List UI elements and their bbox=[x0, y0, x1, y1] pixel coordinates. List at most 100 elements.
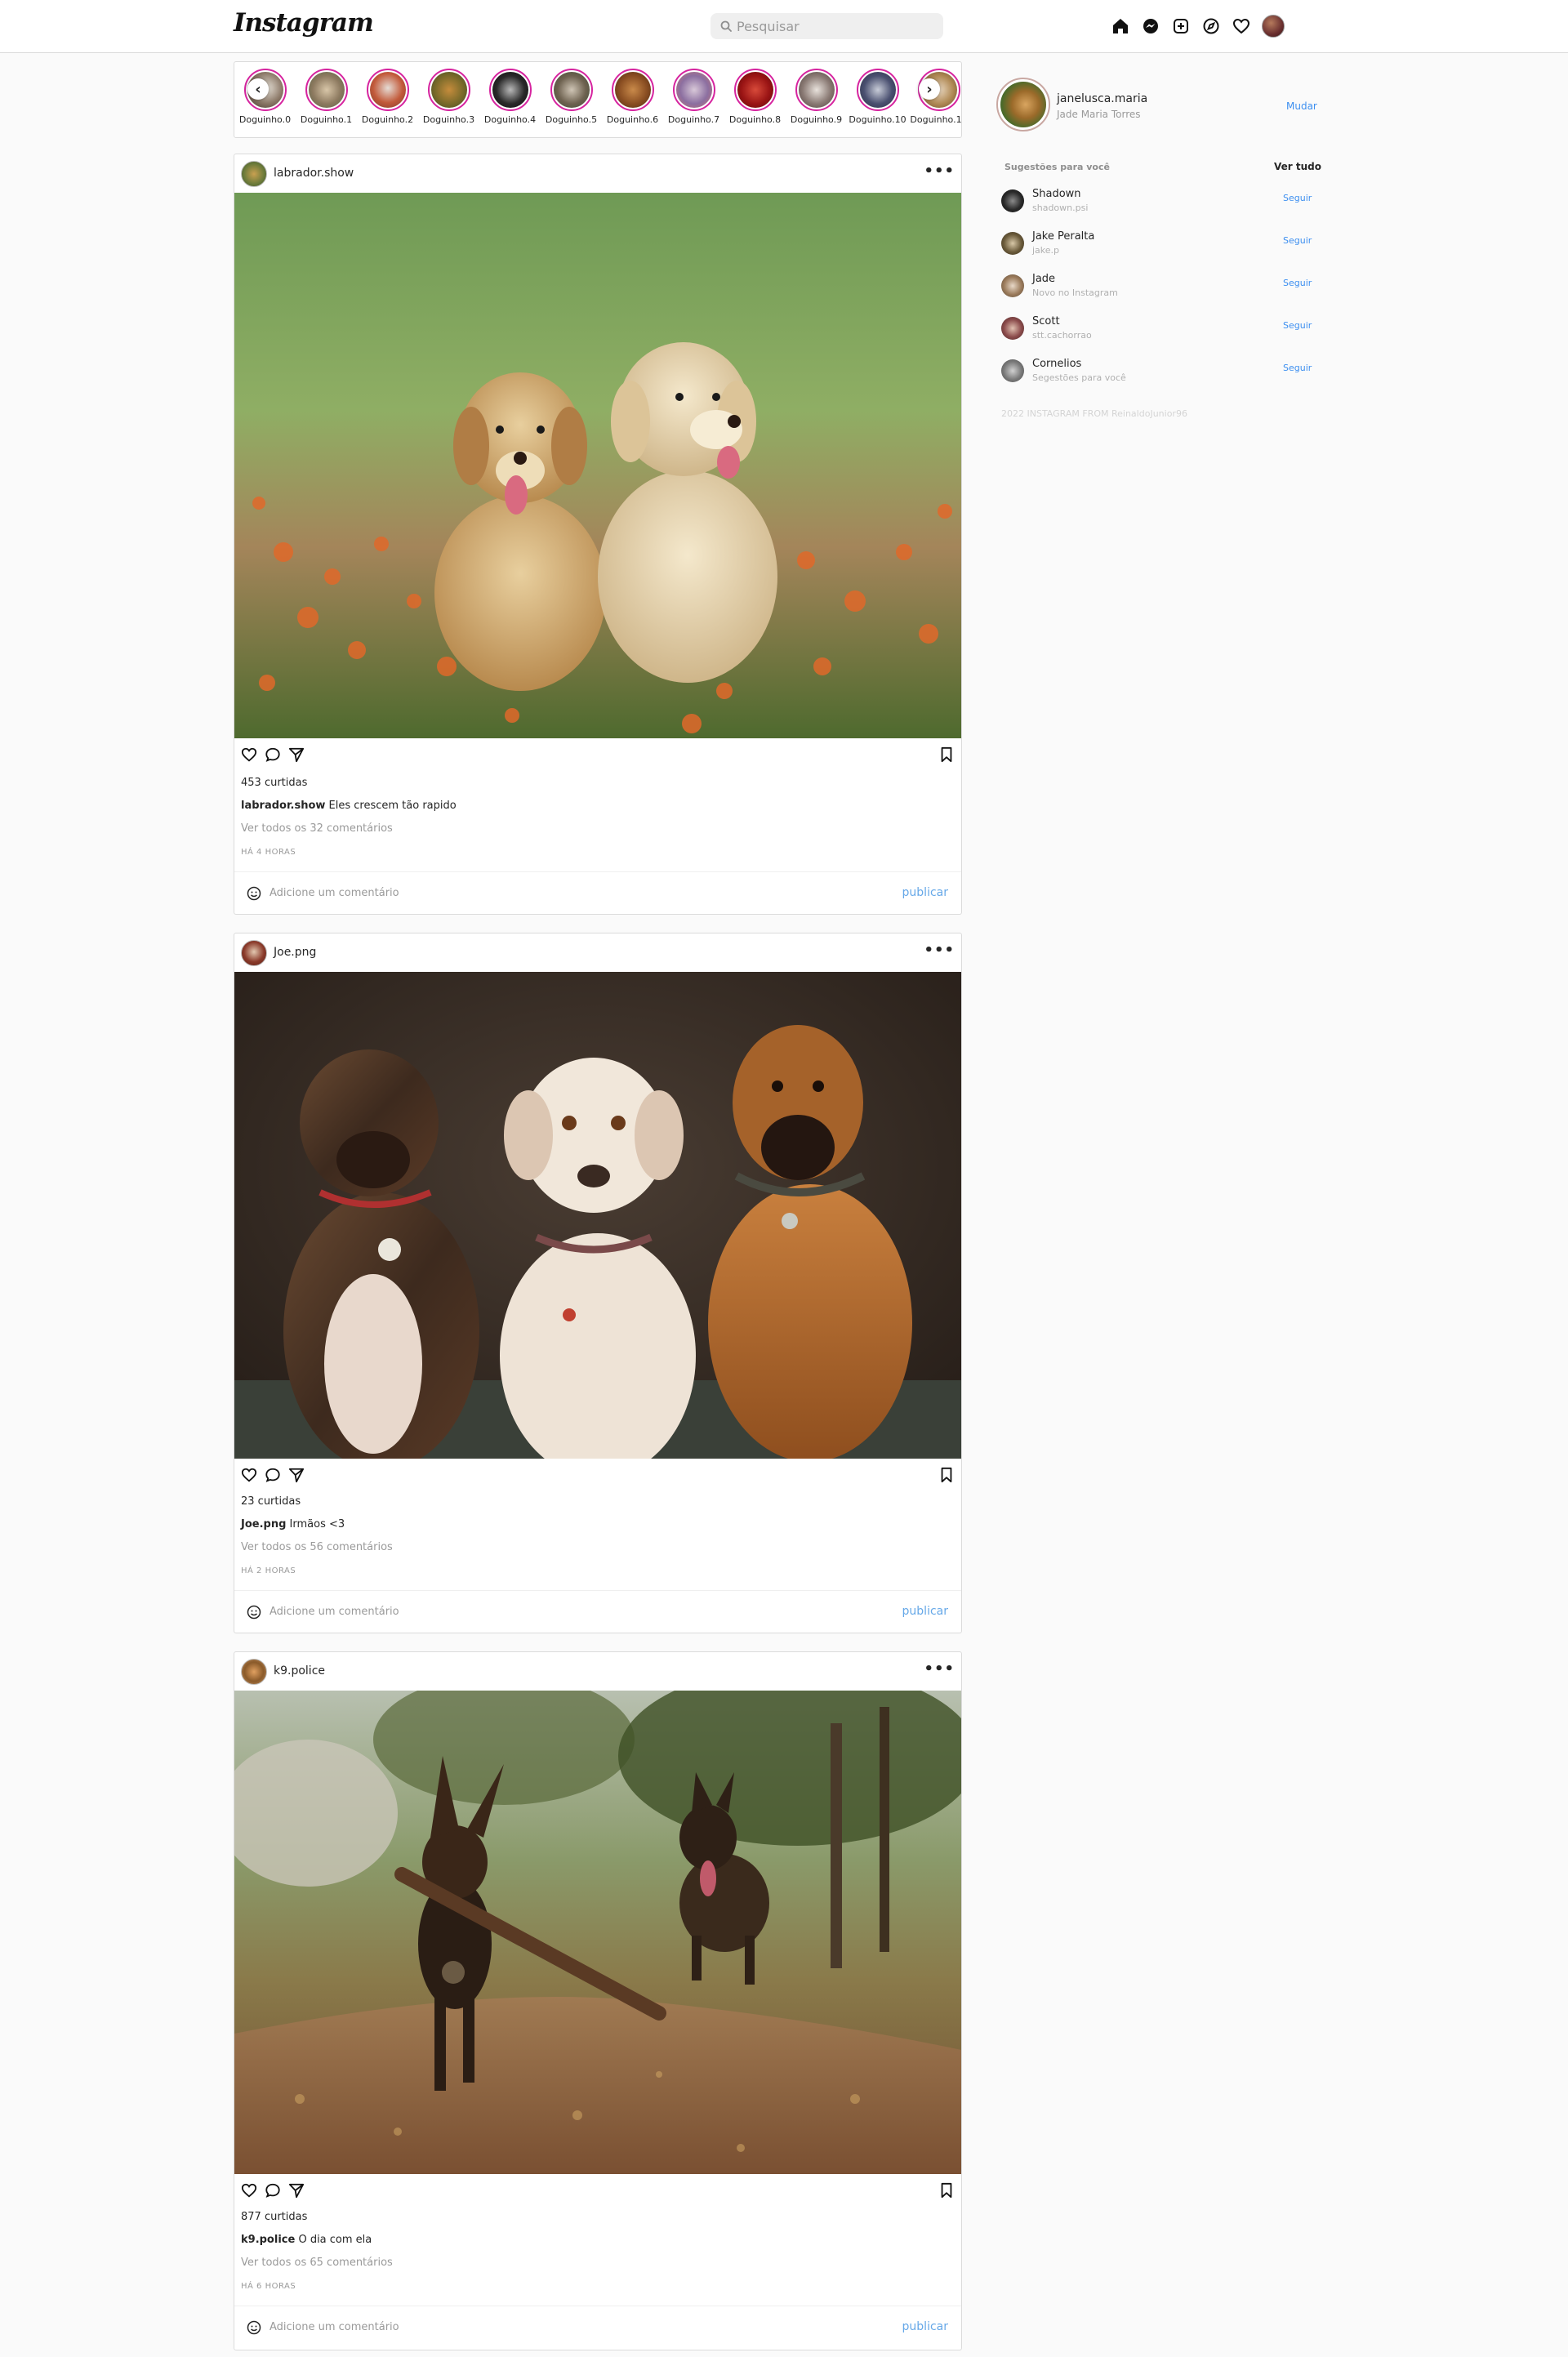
story-item[interactable]: Doguinho.2 bbox=[357, 69, 418, 125]
post-image[interactable] bbox=[234, 972, 961, 1459]
chevron-left-icon[interactable]: ‹ bbox=[247, 78, 269, 100]
suggestion-subtitle: Novo no Instagram bbox=[1032, 287, 1118, 298]
story-name: Doguinho.2 bbox=[361, 114, 414, 125]
more-options-icon[interactable]: ••• bbox=[924, 942, 955, 959]
current-user-avatar[interactable] bbox=[996, 78, 1050, 131]
suggestion-name[interactable]: Shadown bbox=[1032, 188, 1081, 200]
publish-button[interactable]: publicar bbox=[902, 886, 948, 899]
suggestion-subtitle: shadown.psi bbox=[1032, 203, 1089, 213]
home-icon[interactable] bbox=[1111, 16, 1130, 36]
view-all-comments[interactable]: Ver todos os 32 comentários bbox=[241, 822, 393, 835]
follow-button[interactable]: Seguir bbox=[1283, 363, 1312, 373]
emoji-smile-icon[interactable] bbox=[247, 2320, 261, 2338]
story-item[interactable]: Doguinho.7 bbox=[663, 69, 724, 125]
like-heart-icon[interactable] bbox=[241, 2182, 257, 2202]
explore-icon[interactable] bbox=[1201, 16, 1221, 36]
chevron-right-icon[interactable]: › bbox=[919, 78, 940, 100]
profile-avatar[interactable] bbox=[1262, 15, 1285, 38]
share-icon[interactable] bbox=[288, 2182, 305, 2202]
story-name: Doguinho.8 bbox=[728, 114, 782, 125]
like-heart-icon[interactable] bbox=[241, 746, 257, 766]
share-icon[interactable] bbox=[288, 746, 305, 766]
heart-icon[interactable] bbox=[1232, 16, 1251, 36]
post-author-name[interactable]: Joe.png bbox=[274, 946, 316, 959]
story-avatar bbox=[675, 72, 712, 108]
story-item[interactable]: Doguinho.5 bbox=[541, 69, 602, 125]
comment-icon[interactable] bbox=[265, 2182, 281, 2202]
follow-button[interactable]: Seguir bbox=[1283, 193, 1312, 203]
bookmark-icon[interactable] bbox=[938, 1467, 955, 1486]
suggestion-name[interactable]: Cornelios bbox=[1032, 358, 1081, 370]
story-item[interactable]: Doguinho.9 bbox=[786, 69, 847, 125]
suggestion-avatar[interactable] bbox=[1001, 359, 1024, 382]
post-author-avatar[interactable] bbox=[241, 940, 267, 966]
follow-button[interactable]: Seguir bbox=[1283, 320, 1312, 331]
comment-input[interactable]: Adicione um comentário bbox=[270, 2321, 399, 2333]
bookmark-icon[interactable] bbox=[938, 2182, 955, 2202]
add-comment-bar: Adicione um comentário publicar bbox=[234, 871, 961, 914]
suggestion-avatar[interactable] bbox=[1001, 189, 1024, 212]
search-box[interactable] bbox=[710, 13, 943, 39]
story-item[interactable]: Doguinho.8 bbox=[724, 69, 786, 125]
comment-icon[interactable] bbox=[265, 1467, 281, 1486]
story-item[interactable]: Doguinho.3 bbox=[418, 69, 479, 125]
story-name: Doguinho.4 bbox=[483, 114, 537, 125]
post-caption: k9.police O dia com ela bbox=[241, 2234, 372, 2246]
switch-account-button[interactable]: Mudar bbox=[1286, 100, 1317, 112]
emoji-smile-icon[interactable] bbox=[247, 1605, 261, 1623]
comment-input[interactable]: Adicione um comentário bbox=[270, 1606, 399, 1618]
story-name: Doguinho.10 bbox=[849, 114, 906, 125]
post-author-name[interactable]: k9.police bbox=[274, 1664, 325, 1678]
post-author-avatar[interactable] bbox=[241, 161, 267, 187]
story-item[interactable]: Doguinho.10 bbox=[847, 69, 908, 125]
post-image[interactable] bbox=[234, 193, 961, 738]
suggestion-name[interactable]: Jake Peralta bbox=[1032, 230, 1094, 243]
suggestion-avatar[interactable] bbox=[1001, 317, 1024, 340]
post-caption: labrador.show Eles crescem tão rapido bbox=[241, 800, 457, 812]
story-item[interactable]: Doguinho.6 bbox=[602, 69, 663, 125]
add-comment-bar: Adicione um comentário publicar bbox=[234, 1590, 961, 1633]
stories-bar: Doguinho.0 Doguinho.1 Doguinho.2 Doguinh… bbox=[234, 61, 962, 138]
view-all-comments[interactable]: Ver todos os 65 comentários bbox=[241, 2257, 393, 2269]
publish-button[interactable]: publicar bbox=[902, 1605, 948, 1618]
see-all-button[interactable]: Ver tudo bbox=[1274, 161, 1321, 172]
comment-icon[interactable] bbox=[265, 746, 281, 766]
share-icon[interactable] bbox=[288, 1467, 305, 1486]
publish-button[interactable]: publicar bbox=[902, 2320, 948, 2333]
more-options-icon[interactable]: ••• bbox=[924, 1660, 955, 1678]
post-timestamp: HÁ 6 HORAS bbox=[241, 2282, 296, 2291]
emoji-smile-icon[interactable] bbox=[247, 886, 261, 904]
post-header: labrador.show ••• bbox=[234, 154, 961, 193]
new-post-icon[interactable] bbox=[1171, 16, 1191, 36]
suggestion-avatar[interactable] bbox=[1001, 274, 1024, 297]
post-image[interactable] bbox=[234, 1691, 961, 2174]
post-author-name[interactable]: labrador.show bbox=[274, 167, 354, 180]
like-heart-icon[interactable] bbox=[241, 1467, 257, 1486]
search-input[interactable] bbox=[737, 13, 937, 39]
follow-button[interactable]: Seguir bbox=[1283, 235, 1312, 246]
suggestion-name[interactable]: Scott bbox=[1032, 315, 1060, 327]
caption-username[interactable]: Joe.png bbox=[241, 1518, 286, 1530]
nav-icons bbox=[1111, 15, 1295, 38]
story-name: Doguinho.5 bbox=[545, 114, 598, 125]
suggestion-avatar[interactable] bbox=[1001, 232, 1024, 255]
more-options-icon[interactable]: ••• bbox=[924, 163, 955, 180]
instagram-logo[interactable]: Instagram bbox=[234, 8, 374, 38]
post-author-avatar[interactable] bbox=[241, 1659, 267, 1685]
follow-button[interactable]: Seguir bbox=[1283, 278, 1312, 288]
suggestion-name[interactable]: Jade bbox=[1032, 273, 1055, 285]
caption-username[interactable]: labrador.show bbox=[241, 800, 325, 812]
story-item[interactable]: Doguinho.4 bbox=[479, 69, 541, 125]
bookmark-icon[interactable] bbox=[938, 746, 955, 766]
current-username[interactable]: janelusca.maria bbox=[1057, 92, 1147, 105]
comment-input[interactable]: Adicione um comentário bbox=[270, 887, 399, 899]
caption-text: O dia com ela bbox=[298, 2234, 372, 2246]
messenger-icon[interactable] bbox=[1141, 16, 1160, 36]
view-all-comments[interactable]: Ver todos os 56 comentários bbox=[241, 1541, 393, 1553]
likes-count[interactable]: 453 curtidas bbox=[241, 777, 307, 789]
post-header: k9.police ••• bbox=[234, 1652, 961, 1691]
story-item[interactable]: Doguinho.1 bbox=[296, 69, 357, 125]
likes-count[interactable]: 877 curtidas bbox=[241, 2211, 307, 2223]
likes-count[interactable]: 23 curtidas bbox=[241, 1495, 301, 1508]
caption-username[interactable]: k9.police bbox=[241, 2234, 295, 2246]
